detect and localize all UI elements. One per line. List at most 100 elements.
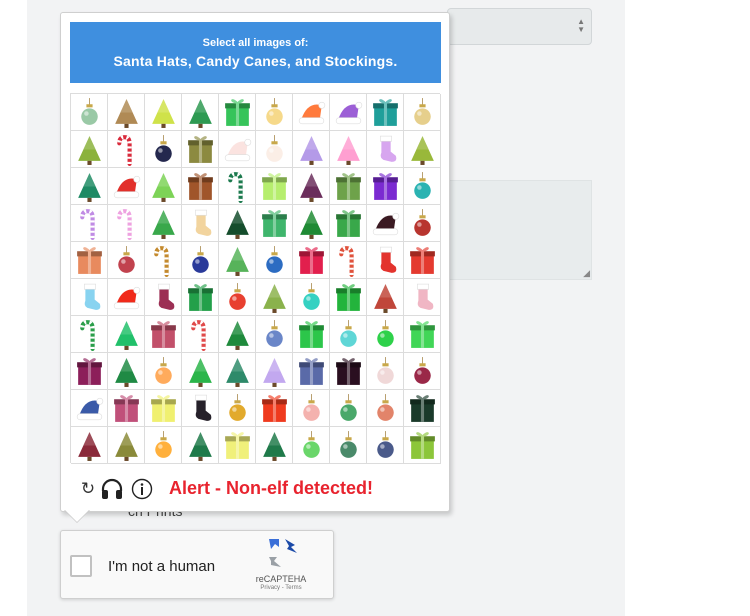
not-human-checkbox[interactable] [70,555,92,577]
grid-tile-r2-c1[interactable] [71,131,108,168]
grid-tile-r5-c2[interactable] [108,242,145,279]
background-textarea[interactable]: ◢ [447,180,592,280]
grid-tile-r7-c3[interactable] [145,316,182,353]
grid-tile-r7-c8[interactable] [330,316,367,353]
grid-tile-r3-c6[interactable] [256,168,293,205]
grid-tile-r3-c9[interactable] [367,168,404,205]
grid-tile-r5-c7[interactable] [293,242,330,279]
reload-icon[interactable]: ↻ [80,477,96,501]
grid-tile-r1-c6[interactable] [256,94,293,131]
grid-tile-r10-c9[interactable] [367,427,404,464]
privacy-terms-links[interactable]: Privacy - Terms [251,585,311,591]
info-icon[interactable] [131,477,153,501]
grid-tile-r8-c5[interactable] [219,353,256,390]
grid-tile-r1-c5[interactable] [219,94,256,131]
grid-tile-r1-c3[interactable] [145,94,182,131]
grid-tile-r8-c2[interactable] [108,353,145,390]
grid-tile-r2-c7[interactable] [293,131,330,168]
grid-tile-r8-c4[interactable] [182,353,219,390]
grid-tile-r7-c7[interactable] [293,316,330,353]
grid-tile-r7-c1[interactable] [71,316,108,353]
grid-tile-r4-c5[interactable] [219,205,256,242]
grid-tile-r2-c5[interactable] [219,131,256,168]
grid-tile-r2-c6[interactable] [256,131,293,168]
grid-tile-r6-c7[interactable] [293,279,330,316]
grid-tile-r10-c6[interactable] [256,427,293,464]
grid-tile-r1-c8[interactable] [330,94,367,131]
grid-tile-r3-c8[interactable] [330,168,367,205]
grid-tile-r5-c5[interactable] [219,242,256,279]
grid-tile-r10-c3[interactable] [145,427,182,464]
grid-tile-r2-c2[interactable] [108,131,145,168]
grid-tile-r1-c2[interactable] [108,94,145,131]
grid-tile-r9-c5[interactable] [219,390,256,427]
grid-tile-r5-c10[interactable] [404,242,441,279]
grid-tile-r7-c5[interactable] [219,316,256,353]
grid-tile-r2-c4[interactable] [182,131,219,168]
grid-tile-r3-c7[interactable] [293,168,330,205]
grid-tile-r6-c8[interactable] [330,279,367,316]
grid-tile-r4-c8[interactable] [330,205,367,242]
grid-tile-r10-c5[interactable] [219,427,256,464]
grid-tile-r4-c4[interactable] [182,205,219,242]
grid-tile-r4-c1[interactable] [71,205,108,242]
grid-tile-r5-c8[interactable] [330,242,367,279]
grid-tile-r8-c1[interactable] [71,353,108,390]
grid-tile-r1-c9[interactable] [367,94,404,131]
grid-tile-r9-c3[interactable] [145,390,182,427]
grid-tile-r6-c6[interactable] [256,279,293,316]
grid-tile-r9-c10[interactable] [404,390,441,427]
grid-tile-r10-c8[interactable] [330,427,367,464]
grid-tile-r5-c1[interactable] [71,242,108,279]
grid-tile-r4-c10[interactable] [404,205,441,242]
grid-tile-r10-c2[interactable] [108,427,145,464]
grid-tile-r6-c2[interactable] [108,279,145,316]
grid-tile-r4-c3[interactable] [145,205,182,242]
grid-tile-r5-c9[interactable] [367,242,404,279]
grid-tile-r7-c6[interactable] [256,316,293,353]
grid-tile-r9-c7[interactable] [293,390,330,427]
grid-tile-r4-c2[interactable] [108,205,145,242]
grid-tile-r4-c6[interactable] [256,205,293,242]
grid-tile-r8-c7[interactable] [293,353,330,390]
grid-tile-r10-c4[interactable] [182,427,219,464]
grid-tile-r3-c4[interactable] [182,168,219,205]
grid-tile-r6-c5[interactable] [219,279,256,316]
grid-tile-r1-c4[interactable] [182,94,219,131]
grid-tile-r7-c2[interactable] [108,316,145,353]
grid-tile-r6-c4[interactable] [182,279,219,316]
grid-tile-r1-c10[interactable] [404,94,441,131]
grid-tile-r3-c2[interactable] [108,168,145,205]
grid-tile-r4-c7[interactable] [293,205,330,242]
background-select[interactable]: ▲ ▼ [447,8,592,45]
grid-tile-r6-c9[interactable] [367,279,404,316]
grid-tile-r7-c9[interactable] [367,316,404,353]
resize-grip-icon[interactable]: ◢ [583,269,590,278]
grid-tile-r10-c10[interactable] [404,427,441,464]
grid-tile-r2-c9[interactable] [367,131,404,168]
grid-tile-r8-c6[interactable] [256,353,293,390]
grid-tile-r5-c3[interactable] [145,242,182,279]
grid-tile-r3-c5[interactable] [219,168,256,205]
grid-tile-r4-c9[interactable] [367,205,404,242]
grid-tile-r9-c1[interactable] [71,390,108,427]
grid-tile-r9-c8[interactable] [330,390,367,427]
grid-tile-r7-c10[interactable] [404,316,441,353]
grid-tile-r2-c3[interactable] [145,131,182,168]
grid-tile-r8-c9[interactable] [367,353,404,390]
grid-tile-r8-c3[interactable] [145,353,182,390]
grid-tile-r3-c3[interactable] [145,168,182,205]
grid-tile-r2-c8[interactable] [330,131,367,168]
grid-tile-r9-c6[interactable] [256,390,293,427]
grid-tile-r1-c1[interactable] [71,94,108,131]
grid-tile-r1-c7[interactable] [293,94,330,131]
grid-tile-r5-c6[interactable] [256,242,293,279]
grid-tile-r9-c9[interactable] [367,390,404,427]
grid-tile-r10-c7[interactable] [293,427,330,464]
grid-tile-r7-c4[interactable] [182,316,219,353]
grid-tile-r10-c1[interactable] [71,427,108,464]
grid-tile-r3-c10[interactable] [404,168,441,205]
grid-tile-r8-c8[interactable] [330,353,367,390]
grid-tile-r6-c1[interactable] [71,279,108,316]
grid-tile-r8-c10[interactable] [404,353,441,390]
